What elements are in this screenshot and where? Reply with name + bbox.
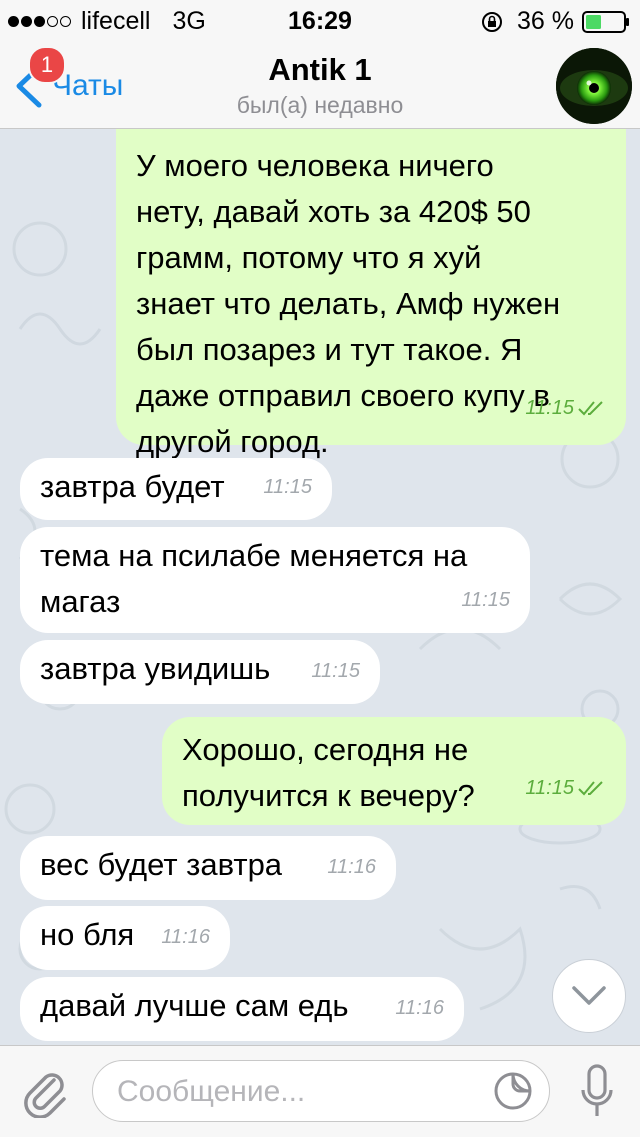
- message-bubble-outgoing[interactable]: У моего человека ничего нету, давай хоть…: [116, 129, 626, 459]
- message-time: 11:16: [395, 997, 444, 1019]
- message-bubble-incoming[interactable]: но бля 11:16: [20, 906, 230, 970]
- message-composer: Сообщение...: [0, 1045, 640, 1137]
- rotation-lock-icon: [482, 11, 503, 32]
- microphone-icon[interactable]: [580, 1064, 614, 1120]
- status-right: 36 %: [481, 7, 630, 36]
- battery-icon: [582, 10, 629, 33]
- message-text: давай лучше сам едь: [40, 988, 349, 1023]
- message-bubble-incoming[interactable]: завтра увидишь 11:15: [20, 640, 380, 704]
- battery-percent: 36 %: [517, 7, 574, 35]
- chat-header: Чаты 1 Antik 1 был(а) недавно: [0, 40, 640, 129]
- message-time: 11:16: [327, 856, 376, 878]
- chat-title[interactable]: Antik 1: [0, 52, 640, 88]
- message-time: 11:15: [461, 589, 510, 611]
- message-bubble-incoming[interactable]: давай лучше сам едь 11:16: [20, 977, 464, 1041]
- sticker-icon[interactable]: [493, 1071, 533, 1111]
- double-check-read-icon: [578, 781, 603, 796]
- status-bar: lifecell 3G 16:29 36 %: [0, 0, 640, 40]
- message-time: 11:15: [525, 765, 606, 811]
- avatar[interactable]: [556, 48, 632, 124]
- chevron-down-icon: [572, 986, 606, 1005]
- message-time: 11:15: [525, 385, 606, 431]
- message-bubble-incoming[interactable]: вес будет завтра 11:16: [20, 836, 396, 900]
- message-text: вес будет завтра: [40, 847, 283, 882]
- message-list[interactable]: У моего человека ничего нету, давай хоть…: [0, 129, 640, 1045]
- message-bubble-incoming[interactable]: тема на псилабе меняется на магаз 11:15: [20, 527, 530, 633]
- double-check-read-icon: [578, 401, 603, 416]
- message-time: 11:15: [311, 660, 360, 682]
- scroll-to-bottom-button[interactable]: [552, 959, 626, 1033]
- green-eye-icon: [556, 48, 632, 124]
- message-input-placeholder: Сообщение...: [117, 1075, 306, 1108]
- paperclip-icon[interactable]: [20, 1066, 68, 1118]
- message-text: тема на псилабе меняется на магаз: [40, 538, 468, 619]
- message-time: 11:16: [161, 926, 210, 948]
- message-input[interactable]: Сообщение...: [92, 1060, 550, 1122]
- message-bubble-incoming[interactable]: завтра будет 11:15: [20, 458, 332, 520]
- message-bubble-outgoing[interactable]: Хорошо, сегодня не получится к вечеру? 1…: [162, 717, 626, 825]
- last-seen-status: был(а) недавно: [236, 92, 404, 118]
- message-time: 11:15: [263, 476, 312, 498]
